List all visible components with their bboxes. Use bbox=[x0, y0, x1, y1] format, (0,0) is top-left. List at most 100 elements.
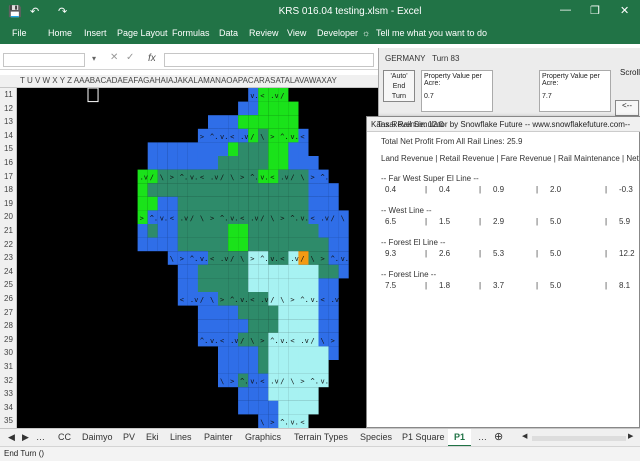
map-cell[interactable] bbox=[298, 142, 309, 156]
row-number[interactable]: 29 bbox=[0, 335, 17, 344]
map-cell[interactable] bbox=[318, 319, 329, 333]
map-cell[interactable] bbox=[328, 278, 339, 292]
map-cell[interactable] bbox=[328, 237, 339, 252]
map-cell[interactable] bbox=[258, 196, 269, 211]
map-cell[interactable] bbox=[288, 387, 299, 401]
map-cell[interactable] bbox=[147, 237, 158, 252]
map-cell[interactable] bbox=[308, 400, 319, 415]
map-cell[interactable] bbox=[258, 387, 269, 401]
map-cell[interactable] bbox=[248, 183, 259, 197]
row-number[interactable]: 30 bbox=[0, 348, 17, 357]
map-cell[interactable] bbox=[268, 264, 279, 279]
save-icon[interactable]: 💾 bbox=[8, 5, 22, 18]
map-cell[interactable] bbox=[258, 101, 269, 116]
map-cell[interactable] bbox=[288, 224, 299, 238]
map-cell[interactable] bbox=[248, 360, 259, 374]
map-cell[interactable] bbox=[238, 387, 249, 401]
map-cell[interactable] bbox=[177, 264, 188, 279]
sheet-tab-more-icon[interactable]: … bbox=[478, 432, 487, 442]
row-number[interactable]: 34 bbox=[0, 403, 17, 412]
tab-page-layout[interactable]: Page Layout bbox=[117, 28, 168, 38]
sheet-tab-p1[interactable]: P1 bbox=[448, 429, 472, 447]
map-cell[interactable] bbox=[328, 319, 339, 333]
sheet-tab-painter[interactable]: Painter bbox=[204, 432, 233, 442]
map-cell[interactable] bbox=[308, 387, 319, 401]
map-cell[interactable] bbox=[208, 142, 219, 156]
map-cell[interactable] bbox=[288, 305, 299, 320]
map-cell[interactable] bbox=[268, 387, 279, 401]
map-cell[interactable] bbox=[228, 360, 239, 374]
map-cell[interactable] bbox=[228, 142, 239, 156]
row-number[interactable]: 28 bbox=[0, 321, 17, 330]
map-cell[interactable] bbox=[238, 156, 249, 170]
redo-icon[interactable]: ↷ bbox=[58, 5, 67, 18]
map-cell[interactable] bbox=[228, 196, 239, 211]
tab-review[interactable]: Review bbox=[249, 28, 279, 38]
map-cell[interactable] bbox=[197, 319, 208, 333]
map-cell[interactable] bbox=[308, 183, 319, 197]
map-cell[interactable] bbox=[288, 196, 299, 211]
map-cell[interactable] bbox=[278, 278, 289, 292]
map-cell[interactable] bbox=[268, 115, 279, 129]
map-cell[interactable] bbox=[238, 346, 249, 360]
map-cell[interactable] bbox=[228, 156, 239, 170]
sheet-tab-cc[interactable]: CC bbox=[58, 432, 71, 442]
map-cell[interactable] bbox=[288, 264, 299, 279]
map-cell[interactable] bbox=[258, 115, 269, 129]
map-cell[interactable] bbox=[238, 224, 249, 238]
map-cell[interactable] bbox=[218, 224, 229, 238]
map-cell[interactable] bbox=[268, 224, 279, 238]
map-cell[interactable] bbox=[238, 115, 249, 129]
map-cell[interactable] bbox=[147, 156, 158, 170]
enter-icon[interactable]: ✓ bbox=[126, 52, 134, 63]
map-cell[interactable] bbox=[288, 115, 299, 129]
map-cell[interactable] bbox=[288, 400, 299, 415]
map-cell[interactable] bbox=[197, 196, 208, 211]
map-cell[interactable] bbox=[197, 224, 208, 238]
row-number[interactable]: 15 bbox=[0, 144, 17, 153]
map-cell[interactable] bbox=[328, 196, 339, 211]
tab-scroll-left-icon[interactable]: ◀ bbox=[8, 432, 15, 443]
map-cell[interactable] bbox=[248, 278, 259, 292]
map-cell[interactable] bbox=[298, 183, 309, 197]
sheet-tab-lines[interactable]: Lines bbox=[170, 432, 192, 442]
map-cell[interactable] bbox=[238, 237, 249, 252]
map-cell[interactable] bbox=[238, 360, 249, 374]
map-cell[interactable] bbox=[177, 183, 188, 197]
map-cell[interactable] bbox=[278, 387, 289, 401]
tab-file[interactable]: File bbox=[12, 28, 27, 38]
row-number[interactable]: 26 bbox=[0, 294, 17, 303]
map-cell[interactable] bbox=[248, 319, 259, 333]
map-cell[interactable] bbox=[318, 224, 329, 238]
map-cell[interactable] bbox=[248, 196, 259, 211]
map-cell[interactable] bbox=[208, 156, 219, 170]
map-cell[interactable] bbox=[318, 196, 329, 211]
tab-view[interactable]: View bbox=[287, 28, 306, 38]
sheet-tab-graphics[interactable]: Graphics bbox=[245, 432, 281, 442]
row-number[interactable]: 22 bbox=[0, 240, 17, 249]
map-cell[interactable] bbox=[137, 224, 148, 238]
map-cell[interactable] bbox=[157, 156, 168, 170]
map-cell[interactable] bbox=[238, 264, 249, 279]
map-cell[interactable] bbox=[288, 237, 299, 252]
map-cell[interactable] bbox=[177, 156, 188, 170]
map-cell[interactable] bbox=[258, 400, 269, 415]
row-number[interactable]: 13 bbox=[0, 117, 17, 126]
map-cell[interactable] bbox=[218, 264, 229, 279]
map-cell[interactable] bbox=[298, 156, 309, 170]
map-cell[interactable] bbox=[238, 196, 249, 211]
map-cell[interactable] bbox=[208, 196, 219, 211]
row-number[interactable]: 32 bbox=[0, 376, 17, 385]
restore-button[interactable]: ❐ bbox=[590, 4, 600, 17]
map-cell[interactable] bbox=[197, 264, 208, 279]
sheet-tab-daimyo[interactable]: Daimyo bbox=[82, 432, 113, 442]
map-cell[interactable] bbox=[298, 400, 309, 415]
map-cell[interactable] bbox=[278, 237, 289, 252]
map-cell[interactable] bbox=[187, 156, 198, 170]
row-number[interactable]: 35 bbox=[0, 416, 17, 425]
map-cell[interactable] bbox=[157, 237, 168, 252]
map-cell[interactable] bbox=[268, 400, 279, 415]
map-cell[interactable] bbox=[228, 278, 239, 292]
map-cell[interactable] bbox=[308, 360, 319, 374]
map-cell[interactable] bbox=[228, 319, 239, 333]
